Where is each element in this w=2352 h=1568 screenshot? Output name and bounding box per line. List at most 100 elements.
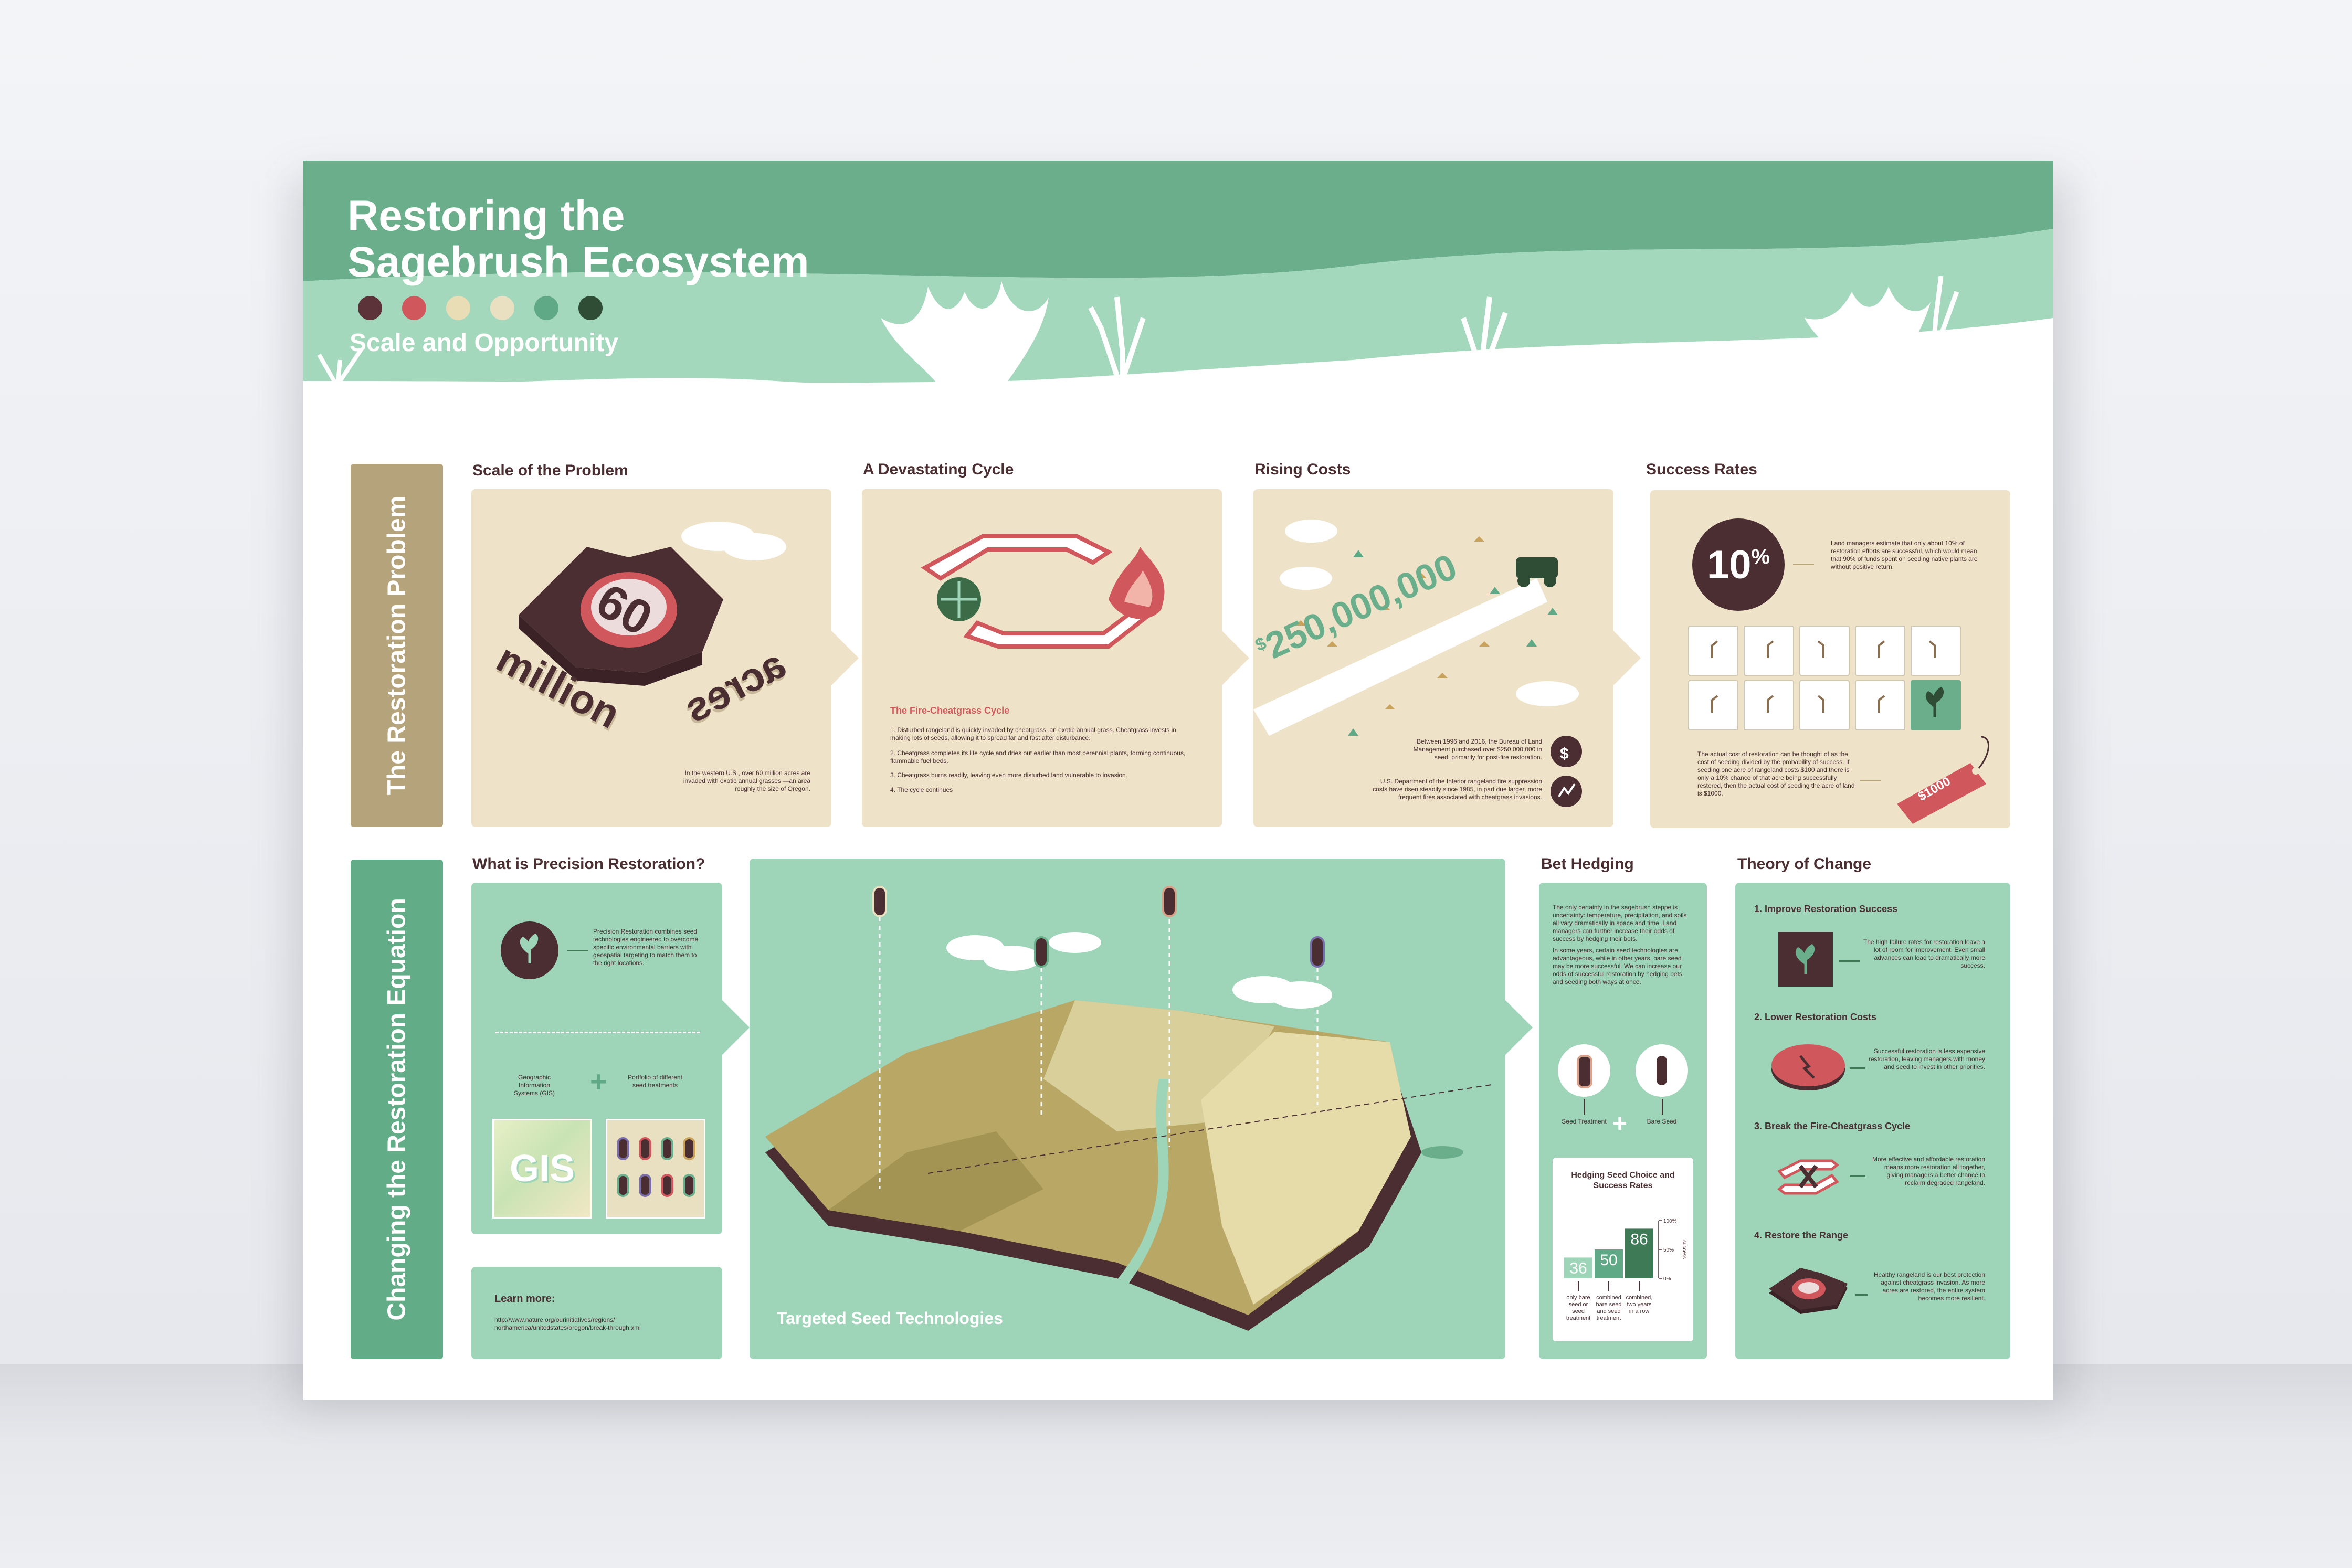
- bare-seed-icon: [1657, 1056, 1667, 1085]
- theory-heading-4: 4. Restore the Range: [1754, 1230, 1849, 1241]
- seed-portfolio-tile: [606, 1119, 705, 1219]
- panel-success: 10% Land managers estimate that only abo…: [1650, 490, 2010, 828]
- learn-title: Learn more:: [494, 1293, 555, 1305]
- cycle-step-3: 3. Cheatgrass burns readily, leaving eve…: [890, 771, 1128, 779]
- section-title-costs: Rising Costs: [1254, 461, 1351, 478]
- poster-subtitle: Scale and Opportunity: [350, 329, 619, 357]
- leader-line: [1850, 1067, 1865, 1069]
- theory-heading-1: 1. Improve Restoration Success: [1754, 904, 1898, 914]
- chart-tick-label: 50%: [1663, 1247, 1674, 1253]
- cycle-step-4: 4. The cycle continues: [890, 786, 953, 793]
- seed-treatment-label: Seed Treatment: [1562, 1118, 1607, 1125]
- bet-text-1: The only certainty in the sagebrush step…: [1553, 904, 1687, 942]
- seed-capsules-icon: [617, 1137, 695, 1197]
- theory-text-4: Healthy rangeland is our best protection…: [1873, 1271, 1985, 1302]
- flow-arrow: [1613, 631, 1641, 685]
- chart-category-label: combined, two years in a row: [1626, 1295, 1653, 1315]
- theory-heading-2: 2. Lower Restoration Costs: [1754, 1012, 1877, 1022]
- chart-axis-label: success: [1681, 1240, 1687, 1259]
- panel-cycle: The Fire-Cheatgrass Cycle 1. Disturbed r…: [862, 489, 1222, 827]
- dashed-divider: [495, 1032, 700, 1033]
- bare-seed-circle: [1636, 1044, 1688, 1097]
- plus-sign: +: [1612, 1110, 1628, 1138]
- chart-data-label: 86: [1630, 1231, 1648, 1248]
- bet-text-2: In some years, certain seed technologies…: [1553, 947, 1682, 986]
- section-title-cycle: A Devastating Cycle: [863, 461, 1014, 478]
- terrain-map: [765, 886, 1495, 1331]
- section-title-precision: What is Precision Restoration?: [472, 855, 705, 873]
- treated-seed-icon: [1577, 1055, 1592, 1088]
- swatch-maroon: [358, 296, 382, 320]
- panel-theory: 1. Improve Restoration Success The high …: [1735, 883, 2010, 1359]
- gis-tile-text: GIS: [509, 1148, 575, 1190]
- poster-title: Restoring the Sagebrush Ecosystem: [347, 192, 809, 286]
- poster: Restoring the Sagebrush Ecosystem Scale a…: [303, 161, 2053, 1400]
- sidebar-restoration-equation: Changing the Restoration Equation: [351, 860, 443, 1359]
- hedging-chart-title: Hedging Seed Choice and Success Rates: [1571, 1171, 1675, 1190]
- seed-treatment-circle: [1558, 1044, 1610, 1097]
- chart-data-label: 36: [1569, 1259, 1587, 1277]
- scale-caption: In the western U.S., over 60 million acr…: [683, 769, 810, 792]
- costs-fact-1: Between 1996 and 2016, the Bureau of Lan…: [1413, 738, 1542, 761]
- sprout-icon: [1795, 944, 1815, 974]
- panel-map: Targeted Seed Technologies: [750, 859, 1505, 1359]
- section-title-bet-hedging: Bet Hedging: [1541, 855, 1634, 873]
- cycle-illustration: [921, 534, 1165, 649]
- chart-data-label: 50: [1600, 1252, 1617, 1269]
- hedging-chart-card: Hedging Seed Choice and Success Rates 36…: [1553, 1158, 1693, 1341]
- panel-costs: $250,000,000 $ Between 1996 and 2016, th…: [1252, 489, 1613, 827]
- connector-line: [1584, 1099, 1585, 1115]
- plus-sign: +: [590, 1065, 607, 1098]
- swatch-dark-green: [578, 296, 603, 320]
- lower-costs-icon: [1771, 1044, 1845, 1090]
- swatch-green: [534, 296, 558, 320]
- costs-fact-2: U.S. Department of the Interior rangelan…: [1373, 778, 1542, 801]
- leader-line: [1850, 1175, 1865, 1177]
- hedging-bar-chart: 36 only bare seed or seed treatment 50 combine…: [1564, 1219, 1687, 1321]
- panel-bet-hedging: The only certainty in the sagebrush step…: [1539, 883, 1707, 1359]
- break-cycle-icon: [1777, 1159, 1840, 1195]
- chart-tick-label: 100%: [1663, 1219, 1677, 1224]
- learn-more-link[interactable]: http://www.nature.org/ourinitiatives/reg…: [494, 1316, 704, 1332]
- connector-line: [1662, 1099, 1663, 1115]
- section-title-theory: Theory of Change: [1737, 855, 1872, 873]
- restore-range-icon: [1769, 1268, 1848, 1314]
- leader-line: [1860, 780, 1881, 781]
- cycle-step-2: 2. Cheatgrass completes its life cycle a…: [890, 749, 1186, 765]
- map-caption: Targeted Seed Technologies: [777, 1309, 1003, 1328]
- gis-tile: GIS: [492, 1119, 592, 1219]
- theory-text-1: The high failure rates for restoration l…: [1863, 938, 1985, 969]
- flow-arrow: [831, 631, 859, 685]
- theory-text-2: Successful restoration is less expensive…: [1868, 1047, 1985, 1071]
- photo-scene: Restoring the Sagebrush Ecosystem Scale a…: [0, 0, 2352, 1568]
- success-cost-note: The actual cost of restoration can be th…: [1697, 750, 1855, 797]
- flow-arrow: [722, 1000, 750, 1055]
- seed-circle-icon: [501, 921, 558, 979]
- swatch-red: [402, 296, 426, 320]
- bare-seed-label: Bare Seed: [1647, 1118, 1677, 1125]
- cycle-step-1: 1. Disturbed rangeland is quickly invade…: [890, 726, 1176, 741]
- precision-text: Precision Restoration combines seed tech…: [593, 928, 699, 967]
- costs-illustration: [1253, 520, 1582, 807]
- sidebar-restoration-problem: The Restoration Problem: [351, 464, 443, 827]
- sprout-icon: [520, 933, 539, 963]
- panel-learn-more: Learn more: http://www.nature.org/ourini…: [471, 1267, 722, 1359]
- gis-label: Geographic Information Systems (GIS): [513, 1074, 555, 1097]
- leader-line: [1855, 1294, 1868, 1296]
- chart-category-label: only bare seed or seed treatment: [1566, 1295, 1590, 1321]
- theory-text-3: More effective and affordable restoratio…: [1872, 1156, 1985, 1186]
- leader-line: [567, 950, 588, 951]
- chart-category-label: combined bare seed and seed treatment: [1596, 1295, 1622, 1321]
- panel-scale: 60 million acres In the western U.S., ov…: [471, 489, 831, 827]
- dollar-icon: $: [1560, 745, 1569, 762]
- section-title-success: Success Rates: [1646, 461, 1757, 478]
- flow-arrow: [1222, 631, 1249, 685]
- section-title-scale: Scale of the Problem: [472, 462, 628, 479]
- leader-line: [1839, 960, 1860, 962]
- swatch-cream: [446, 296, 470, 320]
- portfolio-label: Portfolio of different seed treatments: [628, 1074, 682, 1089]
- flow-arrow: [1505, 1000, 1533, 1055]
- swatch-beige: [490, 296, 514, 320]
- panel-precision: Precision Restoration combines seed tech…: [471, 883, 722, 1234]
- cycle-subtitle: The Fire-Cheatgrass Cycle: [890, 705, 1010, 716]
